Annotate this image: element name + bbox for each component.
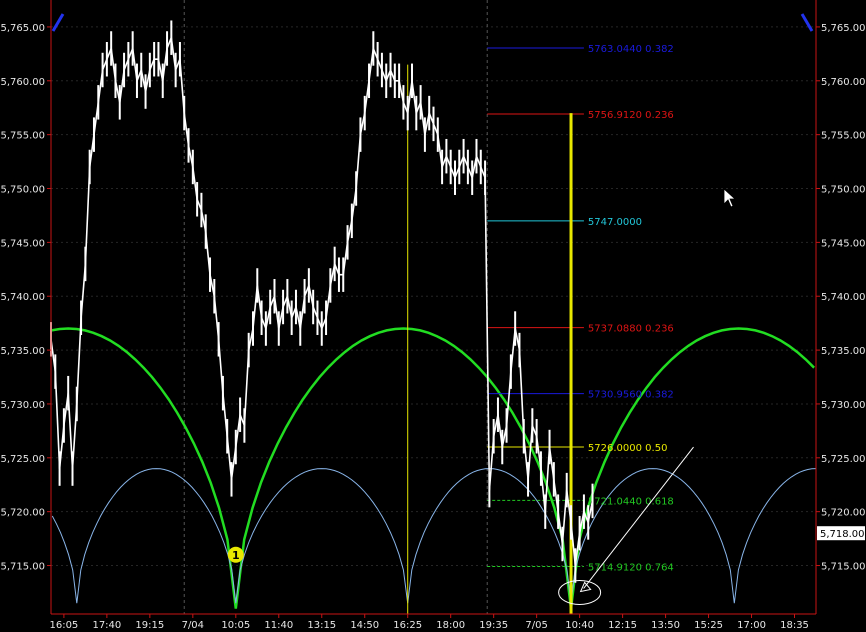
x-tick-label: 15:25	[694, 620, 723, 631]
y-tick-label-right: 5,740.00	[821, 292, 866, 303]
fib-level-label: 5721.0440 0.618	[588, 496, 674, 507]
x-tick-label: 19:35	[479, 620, 508, 631]
y-tick-label-right: 5,745.00	[821, 238, 866, 249]
y-tick-label-right: 5,765.00	[821, 23, 866, 34]
fib-level-label: 5737.0880 0.236	[588, 324, 674, 335]
fib-level-label: 5747.0000	[588, 217, 642, 228]
y-tick-label-left: 5,740.00	[0, 292, 45, 303]
y-tick-label-left: 5,760.00	[0, 77, 45, 88]
y-tick-label-right: 5,725.00	[821, 454, 866, 465]
x-tick-label: 18:35	[780, 620, 809, 631]
x-tick-label: 16:05	[49, 620, 78, 631]
fib-level-label: 5714.9120 0.764	[588, 562, 674, 573]
y-tick-label-left: 5,755.00	[0, 131, 45, 142]
x-tick-label: 13:15	[307, 620, 336, 631]
y-tick-label-right: 5,735.00	[821, 346, 866, 357]
y-tick-label-right: 5,720.00	[821, 508, 866, 519]
y-tick-label-right: 5,755.00	[821, 131, 866, 142]
y-tick-label-left: 5,735.00	[0, 346, 45, 357]
x-tick-label: 10:05	[221, 620, 250, 631]
x-tick-label: 17:40	[92, 620, 121, 631]
y-tick-label-right: 5,750.00	[821, 185, 866, 196]
y-tick-label-left: 5,745.00	[0, 238, 45, 249]
chart: 5763.0440 0.382 5756.9120 0.236 5747.0000 5…	[0, 0, 866, 632]
cycle-marker-label: 1	[232, 549, 240, 562]
y-tick-label-left: 5,750.00	[0, 185, 45, 196]
chart-background	[0, 0, 866, 632]
x-tick-label: 10:40	[565, 620, 594, 631]
last-price-tag: 5,718.00	[817, 526, 865, 541]
y-tick-label-left: 5,715.00	[0, 562, 45, 573]
y-tick-label-left: 5,725.00	[0, 454, 45, 465]
x-tick-label: 13:50	[651, 620, 680, 631]
y-tick-label-left: 5,730.00	[0, 400, 45, 411]
fib-level-label: 5763.0440 0.382	[588, 44, 674, 55]
x-tick-label: 17:00	[737, 620, 766, 631]
y-tick-label-left: 5,720.00	[0, 508, 45, 519]
fib-level-label: 5730.9560 0.382	[588, 390, 674, 401]
y-tick-label-left: 5,765.00	[0, 23, 45, 34]
fib-level-label: 5756.9120 0.236	[588, 110, 674, 121]
x-tick-label: 11:40	[264, 620, 293, 631]
x-tick-label: 14:50	[350, 620, 379, 631]
x-tick-label: 7/04	[182, 620, 204, 631]
y-tick-label-right: 5,760.00	[821, 77, 866, 88]
x-tick-label: 18:00	[436, 620, 465, 631]
y-tick-label-right: 5,730.00	[821, 400, 866, 411]
x-tick-label: 7/05	[525, 620, 547, 631]
last-price-label: 5,718.00	[820, 529, 865, 540]
y-tick-label-right: 5,715.00	[821, 562, 866, 573]
x-tick-label: 12:15	[608, 620, 637, 631]
fib-level-label: 5726.0000 0.50	[588, 443, 668, 454]
x-tick-label: 16:25	[393, 620, 422, 631]
x-tick-label: 19:15	[135, 620, 164, 631]
